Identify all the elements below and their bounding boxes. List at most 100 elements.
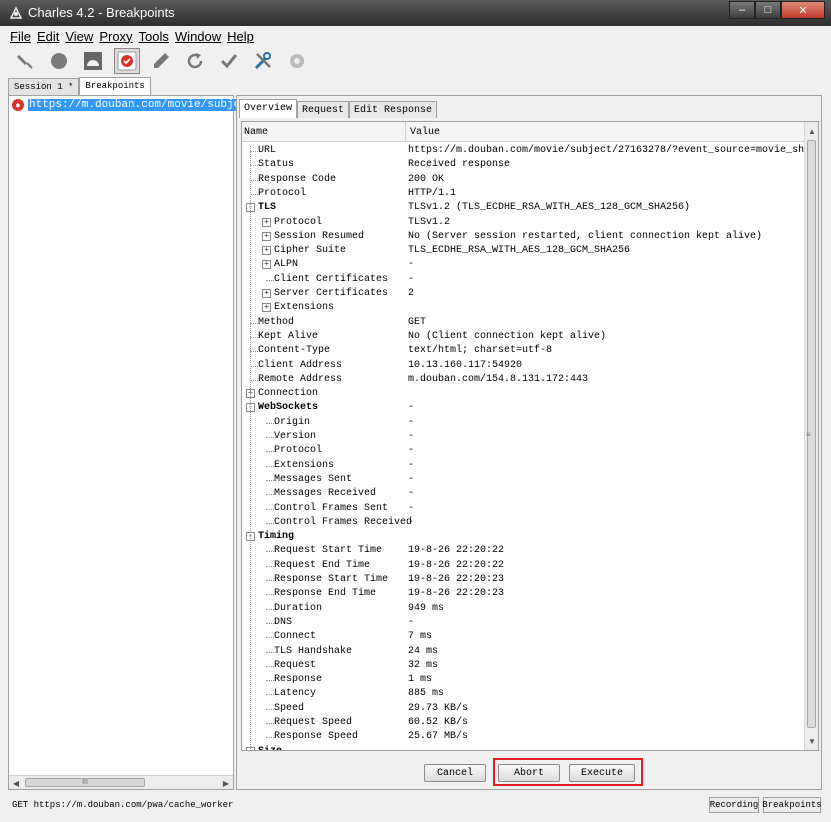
brush-icon[interactable] <box>12 48 38 74</box>
table-row[interactable]: + Connection <box>242 387 804 401</box>
table-row[interactable]: Status Received response <box>242 158 804 172</box>
table-row[interactable]: Remote Address m.douban.com/154.8.131.172… <box>242 373 804 387</box>
expand-icon[interactable]: + <box>262 246 271 256</box>
table-row[interactable]: Kept Alive No (Client connection kept ali… <box>242 330 804 344</box>
menu-file[interactable]: File <box>10 29 31 44</box>
close-button[interactable]: ✕ <box>781 1 825 19</box>
refresh-icon[interactable] <box>182 48 208 74</box>
menu-view[interactable]: View <box>65 29 93 44</box>
menu-tools[interactable]: Tools <box>139 29 169 44</box>
menu-proxy[interactable]: Proxy <box>99 29 132 44</box>
tab-request[interactable]: Request <box>297 101 350 118</box>
expand-icon[interactable]: + <box>262 217 271 227</box>
table-row[interactable]: Response End Time 19-8-26 22:20:23 <box>242 587 804 601</box>
table-row[interactable]: + Protocol TLSv1.2 <box>242 216 804 230</box>
table-row[interactable]: Content-Type text/html; charset=utf-8 <box>242 344 804 358</box>
table-row[interactable]: Request End Time 19-8-26 22:20:22 <box>242 559 804 573</box>
maximize-button[interactable]: □ <box>755 1 781 19</box>
table-row[interactable]: Method GET <box>242 316 804 330</box>
expand-icon[interactable]: + <box>262 231 271 241</box>
table-row[interactable]: DNS - <box>242 616 804 630</box>
table-row[interactable]: Protocol - <box>242 444 804 458</box>
expand-icon[interactable]: + <box>262 260 271 270</box>
cancel-button[interactable]: Cancel <box>424 764 486 782</box>
row-value: - <box>408 473 415 485</box>
throttle-icon[interactable] <box>80 48 106 74</box>
row-name: Server Certificates <box>274 288 389 299</box>
table-row[interactable]: Extensions - <box>242 459 804 473</box>
menu-edit[interactable]: Edit <box>37 29 59 44</box>
table-row[interactable]: Speed 29.73 KB/s <box>242 702 804 716</box>
table-row[interactable]: Response Start Time 19-8-26 22:20:23 <box>242 573 804 587</box>
vertical-scrollbar[interactable]: ▲ ≡ ▼ <box>804 122 818 750</box>
scroll-down-icon[interactable]: ▼ <box>805 734 818 748</box>
tab-overview[interactable]: Overview <box>239 99 298 118</box>
table-row[interactable]: Messages Sent - <box>242 473 804 487</box>
table-row[interactable]: Duration 949 ms <box>242 602 804 616</box>
recording-button[interactable]: Recording <box>709 797 759 813</box>
table-row[interactable]: Client Address 10.13.160.117:54920 <box>242 359 804 373</box>
scroll-up-icon[interactable]: ▲ <box>805 124 818 138</box>
table-row[interactable]: Request Speed 60.52 KB/s <box>242 716 804 730</box>
table-row[interactable]: Response Code 200 OK <box>242 173 804 187</box>
table-row[interactable]: + Cipher Suite TLS_ECDHE_RSA_WITH_AES_128_… <box>242 244 804 258</box>
settings-icon[interactable] <box>284 48 310 74</box>
table-row[interactable]: Protocol HTTP/1.1 <box>242 187 804 201</box>
menu-window[interactable]: Window <box>175 29 221 44</box>
execute-button[interactable]: Execute <box>569 764 635 782</box>
column-name-header[interactable]: Name <box>244 127 268 138</box>
table-row[interactable]: TLS Handshake 24 ms <box>242 645 804 659</box>
scrollbar-thumb[interactable]: III <box>25 778 145 787</box>
abort-button[interactable]: Abort <box>498 764 560 782</box>
table-row[interactable]: -Size <box>242 745 804 750</box>
table-row[interactable]: Client Certificates - <box>242 273 804 287</box>
scroll-left-icon[interactable]: ◀ <box>9 776 23 790</box>
table-row[interactable]: + Session Resumed No (Server session resta… <box>242 230 804 244</box>
tools-icon[interactable] <box>250 48 276 74</box>
expand-icon[interactable]: + <box>262 289 271 298</box>
table-row[interactable]: + ALPN - <box>242 258 804 272</box>
check-icon[interactable] <box>216 48 242 74</box>
table-row[interactable]: - WebSockets - <box>242 401 804 415</box>
table-row[interactable]: Response Speed 25.67 MB/s <box>242 730 804 744</box>
row-value: 19-8-26 22:20:23 <box>408 574 505 585</box>
row-name: Response End Time <box>274 588 377 600</box>
tab-session-1[interactable]: Session 1 * <box>8 78 80 95</box>
table-row[interactable]: - Timing <box>242 530 804 544</box>
pen-icon[interactable] <box>148 48 174 74</box>
table-row[interactable]: Control Frames Sent - <box>242 502 804 516</box>
row-name: Method <box>258 316 295 328</box>
menu-bar: File Edit View Proxy Tools Window Help <box>0 26 831 46</box>
table-row[interactable]: Origin - <box>242 416 804 430</box>
table-row[interactable]: Request Start Time 19-8-26 22:20:22 <box>242 544 804 558</box>
row-name: Size <box>258 746 282 750</box>
row-value: 200 OK <box>408 173 445 185</box>
table-row[interactable]: + Server Certificates 2 <box>242 287 804 301</box>
table-row[interactable]: Request 32 ms <box>242 659 804 673</box>
tab-breakpoints[interactable]: Breakpoints <box>79 77 151 95</box>
table-row[interactable]: Messages Received - <box>242 487 804 501</box>
menu-help[interactable]: Help <box>227 29 254 44</box>
expand-icon[interactable]: + <box>262 303 271 313</box>
minimize-button[interactable]: – <box>729 1 755 19</box>
breakpoints-icon[interactable] <box>114 48 140 74</box>
row-name: Request <box>274 659 317 671</box>
record-icon[interactable] <box>46 48 72 74</box>
table-row[interactable]: Connect 7 ms <box>242 630 804 644</box>
row-name: Protocol <box>274 216 323 228</box>
row-name: Control Frames Sent <box>274 502 389 514</box>
tab-edit-response[interactable]: Edit Response <box>349 101 438 118</box>
table-row[interactable]: Latency 885 ms <box>242 687 804 701</box>
horizontal-scrollbar[interactable]: ◀ III ▶ <box>9 775 233 789</box>
scroll-right-icon[interactable]: ▶ <box>219 776 233 790</box>
row-name: Response Start Time <box>274 574 389 585</box>
table-row[interactable]: Version - <box>242 430 804 444</box>
row-value: 19-8-26 22:20:22 <box>408 559 505 571</box>
table-row[interactable]: Control Frames Received - <box>242 516 804 530</box>
breakpoints-button[interactable]: Breakpoints <box>762 797 822 813</box>
table-row[interactable]: + Extensions <box>242 301 804 315</box>
table-row[interactable]: - TLS TLSv1.2 (TLS_ECDHE_RSA_WITH_AES_128_… <box>242 201 804 215</box>
table-row[interactable]: Response 1 ms <box>242 673 804 687</box>
column-value-header[interactable]: Value <box>410 127 440 138</box>
table-row[interactable]: URL https://m.douban.com/movie/subject/27… <box>242 144 818 158</box>
